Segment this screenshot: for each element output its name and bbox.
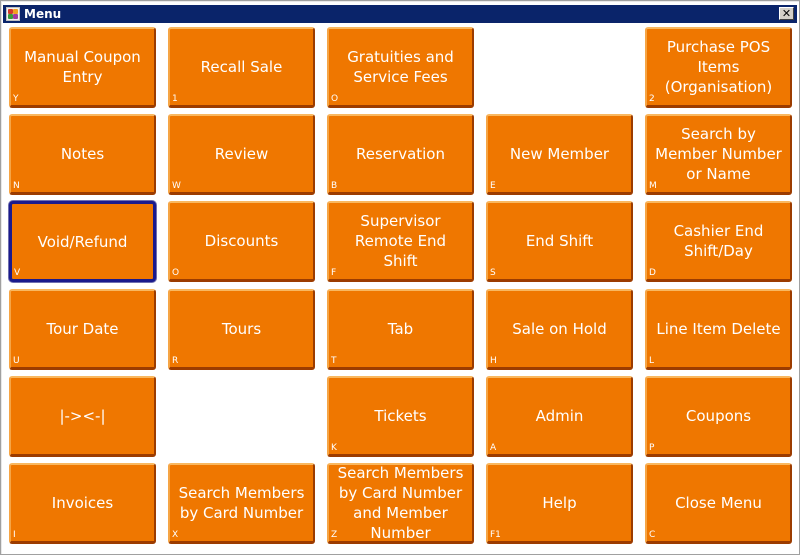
- search-members-by-card-number-and-member-number-button[interactable]: Search Members by Card Number and Member…: [327, 463, 474, 544]
- button-label: Invoices: [51, 494, 114, 512]
- button-label: Discounts: [204, 232, 279, 250]
- button-label: Tickets: [374, 407, 427, 425]
- button-label: Recall Sale: [200, 58, 283, 76]
- button-label: Cashier End Shift/Day: [673, 222, 764, 260]
- review-button[interactable]: Review W: [168, 114, 315, 195]
- line-item-delete-button[interactable]: Line Item Delete L: [645, 289, 792, 370]
- tours-button[interactable]: Tours R: [168, 289, 315, 370]
- shortcut-key: S: [490, 268, 496, 278]
- button-label: Admin: [535, 407, 584, 425]
- separator-button[interactable]: |-><-|: [9, 376, 156, 457]
- button-label: Review: [214, 145, 269, 163]
- button-label: Coupons: [685, 407, 752, 425]
- button-label: Search Members by Card Number: [178, 484, 305, 522]
- shortcut-key: I: [13, 530, 16, 540]
- shortcut-key: C: [649, 530, 656, 540]
- shortcut-key: L: [649, 356, 655, 366]
- button-label: End Shift: [525, 232, 594, 250]
- shortcut-key: T: [331, 356, 337, 366]
- close-window-button[interactable]: ✕: [779, 7, 794, 20]
- window-title: Menu: [24, 7, 62, 21]
- button-label: Gratuities and Service Fees: [347, 48, 454, 86]
- shortcut-key: O: [331, 94, 339, 104]
- button-label: Tour Date: [46, 320, 119, 338]
- close-icon: ✕: [781, 7, 792, 20]
- shortcut-key: A: [490, 443, 497, 453]
- invoices-button[interactable]: Invoices I: [9, 463, 156, 544]
- button-label: Search Members by Card Number and Member…: [337, 464, 464, 542]
- button-label: Sale on Hold: [512, 320, 607, 338]
- shortcut-key: Z: [331, 530, 338, 540]
- cashier-end-shift-day-button[interactable]: Cashier End Shift/Day D: [645, 201, 792, 282]
- recall-sale-button[interactable]: Recall Sale 1: [168, 27, 315, 108]
- notes-button[interactable]: Notes N: [9, 114, 156, 195]
- tab-button[interactable]: Tab T: [327, 289, 474, 370]
- tickets-button[interactable]: Tickets K: [327, 376, 474, 457]
- shortcut-key: P: [649, 443, 655, 453]
- shortcut-key: E: [490, 181, 496, 191]
- sale-on-hold-button[interactable]: Sale on Hold H: [486, 289, 633, 370]
- shortcut-key: W: [172, 181, 181, 191]
- admin-button[interactable]: Admin A: [486, 376, 633, 457]
- new-member-button[interactable]: New Member E: [486, 114, 633, 195]
- button-label: New Member: [509, 145, 610, 163]
- shortcut-key: V: [14, 268, 21, 278]
- search-by-member-number-or-name-button[interactable]: Search by Member Number or Name M: [645, 114, 792, 195]
- gratuities-and-service-fees-button[interactable]: Gratuities and Service Fees O: [327, 27, 474, 108]
- button-label: Close Menu: [675, 494, 762, 512]
- shortcut-key: K: [331, 443, 337, 453]
- app-icon: [6, 7, 20, 21]
- shortcut-key: Y: [13, 94, 19, 104]
- shortcut-key: O: [172, 268, 180, 278]
- coupons-button[interactable]: Coupons P: [645, 376, 792, 457]
- shortcut-key: 1: [172, 94, 178, 104]
- shortcut-key: H: [490, 356, 497, 366]
- shortcut-key: B: [331, 181, 338, 191]
- search-members-by-card-number-button[interactable]: Search Members by Card Number X: [168, 463, 315, 544]
- shortcut-key: X: [172, 530, 179, 540]
- button-label: Purchase POS Items (Organisation): [664, 38, 773, 96]
- shortcut-key: F: [331, 268, 337, 278]
- button-label: |-><-|: [59, 407, 106, 425]
- shortcut-key: N: [13, 181, 20, 191]
- button-label: Tours: [221, 320, 262, 338]
- shortcut-key: D: [649, 268, 656, 278]
- tour-date-button[interactable]: Tour Date U: [9, 289, 156, 370]
- shortcut-key: M: [649, 181, 657, 191]
- button-label: Notes: [60, 145, 105, 163]
- button-label: Line Item Delete: [656, 320, 781, 338]
- menu-window: Menu ✕ Manual Coupon Entry Y Recall Sale 1 G…: [0, 0, 800, 555]
- shortcut-key: R: [172, 356, 179, 366]
- button-label: Void/Refund: [37, 232, 128, 251]
- button-label: Tab: [387, 320, 414, 338]
- end-shift-button[interactable]: End Shift S: [486, 201, 633, 282]
- button-label: Help: [542, 494, 577, 512]
- discounts-button[interactable]: Discounts O: [168, 201, 315, 282]
- shortcut-key: 2: [649, 94, 655, 104]
- title-bar: Menu ✕: [3, 5, 797, 23]
- shortcut-key: F1: [490, 530, 501, 540]
- manual-coupon-entry-button[interactable]: Manual Coupon Entry Y: [9, 27, 156, 108]
- help-button[interactable]: Help F1: [486, 463, 633, 544]
- shortcut-key: U: [13, 356, 20, 366]
- button-label: Reservation: [356, 145, 445, 163]
- purchase-pos-items-organisation-button[interactable]: Purchase POS Items (Organisation) 2: [645, 27, 792, 108]
- button-label: Manual Coupon Entry: [24, 48, 141, 86]
- button-label: Supervisor Remote End Shift: [354, 212, 447, 270]
- void-refund-button[interactable]: Void/Refund V: [9, 201, 156, 282]
- reservation-button[interactable]: Reservation B: [327, 114, 474, 195]
- supervisor-remote-end-shift-button[interactable]: Supervisor Remote End Shift F: [327, 201, 474, 282]
- button-label: Search by Member Number or Name: [655, 125, 782, 183]
- close-menu-button[interactable]: Close Menu C: [645, 463, 792, 544]
